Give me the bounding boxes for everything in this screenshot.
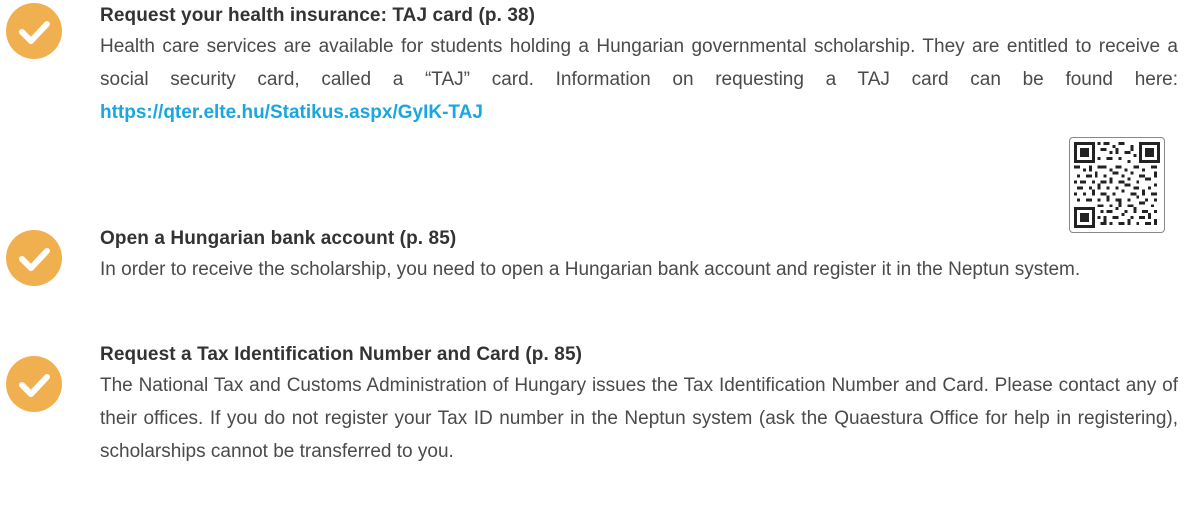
item-title: Request your health insurance: TAJ card … <box>100 5 536 26</box>
check-icon <box>6 356 62 412</box>
item-title: Open a Hungarian bank account (p. 85) <box>100 228 457 249</box>
item-body: Health care services are available for s… <box>100 30 1178 129</box>
item-body: In order to receive the scholarship, you… <box>100 259 1081 280</box>
check-icon <box>6 230 62 286</box>
taj-link[interactable]: https://qter.elte.hu/Statikus.aspx/GyIK-… <box>100 102 483 123</box>
qr-code-icon <box>1069 137 1165 233</box>
item-body: The National Tax and Customs Administrat… <box>100 375 1178 462</box>
item-title: Request a Tax Identification Number and … <box>100 344 583 365</box>
check-icon <box>6 3 62 59</box>
item-body-text: Health care services are available for s… <box>100 36 1178 90</box>
